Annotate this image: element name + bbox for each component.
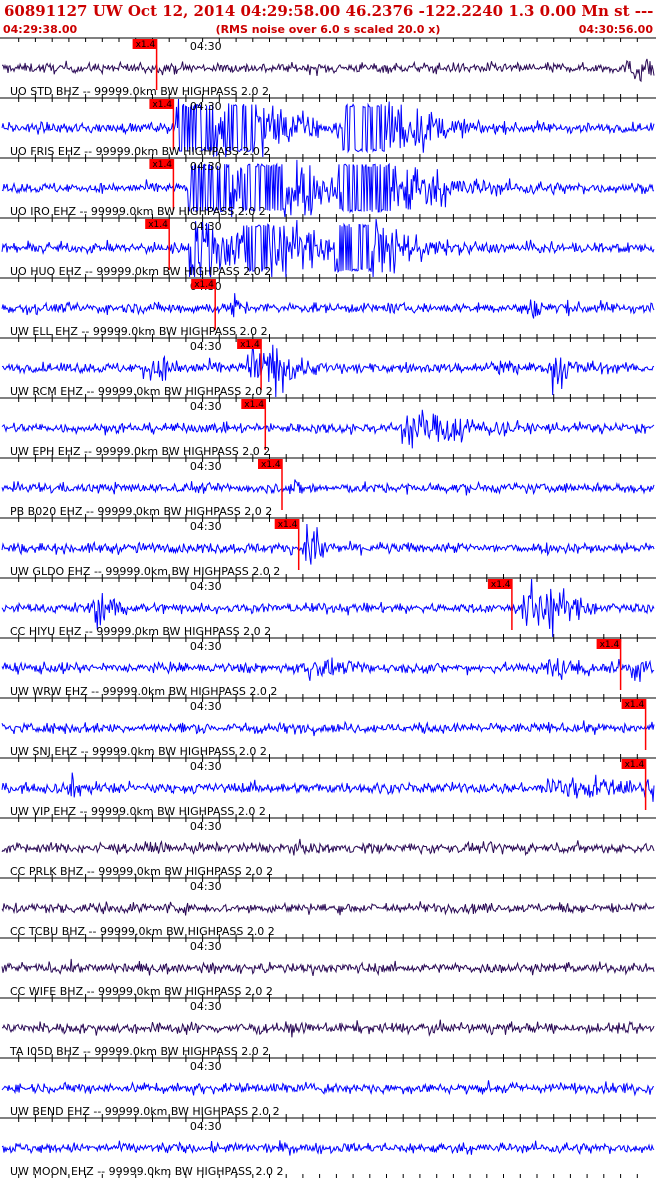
time-tick-label: 04:30: [190, 1120, 222, 1133]
time-tick-label: 04:30: [190, 460, 222, 473]
time-tick-label: 04:30: [190, 940, 222, 953]
station-label: PB B020 EHZ -- 99999.0km BW HIGHPASS 2.0…: [10, 505, 272, 518]
station-label: CC PRLK BHZ -- 99999.0km BW HIGHPASS 2.0…: [10, 865, 273, 878]
station-label: UW VIP EHZ -- 99999.0km BW HIGHPASS 2.0 …: [10, 805, 266, 818]
station-label: UW ELL EHZ -- 99999.0km BW HIGHPASS 2.0 …: [10, 325, 268, 338]
pick-label: x1.4: [194, 280, 214, 290]
station-label: UO FRIS EHZ -- 99999.0km BW HIGHPASS 2.0…: [10, 145, 270, 158]
station-label: UO HUO EHZ -- 99999.0km BW HIGHPASS 2.0 …: [10, 265, 271, 278]
pick-label: x1.4: [244, 400, 264, 410]
time-tick-label: 04:30: [190, 760, 222, 773]
time-tick-label: 04:30: [190, 220, 222, 233]
pick-label: x1.4: [491, 580, 511, 590]
scale-note: (RMS noise over 6.0 s scaled 20.0 x): [216, 23, 441, 36]
start-time-label: 04:29:38.00: [3, 23, 78, 36]
time-tick-label: 04:30: [190, 1060, 222, 1073]
time-tick-label: 04:30: [190, 820, 222, 833]
time-tick-label: 04:30: [190, 700, 222, 713]
time-tick-label: 04:30: [190, 40, 222, 53]
pick-label: x1.4: [278, 520, 298, 530]
station-label: UW MOON EHZ -- 99999.0km BW HIGHPASS 2.0…: [10, 1165, 283, 1178]
station-label: CC TCBU BHZ -- 99999.0km BW HIGHPASS 2.0…: [10, 925, 275, 938]
station-label: UW SNJ EHZ -- 99999.0km BW HIGHPASS 2.0 …: [10, 745, 267, 758]
station-label: CC HIYU EHZ -- 99999.0km BW HIGHPASS 2.0…: [10, 625, 271, 638]
station-label: TA I05D BHZ -- 99999.0km BW HIGHPASS 2.0…: [9, 1045, 269, 1058]
pick-label: x1.4: [261, 460, 281, 470]
station-label: UO IRO EHZ -- 99999.0km BW HIGHPASS 2.0 …: [10, 205, 266, 218]
pick-label: x1.4: [136, 40, 156, 50]
end-time-label: 04:30:56.00: [579, 23, 654, 36]
pick-label: x1.4: [152, 160, 172, 170]
time-tick-label: 04:30: [190, 880, 222, 893]
pick-label: x1.4: [625, 700, 645, 710]
seismogram-plot: 60891127 UW Oct 12, 2014 04:29:58.00 46.…: [0, 0, 656, 1178]
time-tick-label: 04:30: [190, 640, 222, 653]
time-tick-label: 04:30: [190, 400, 222, 413]
station-label: UW RCM EHZ -- 99999.0km BW HIGHPASS 2.0 …: [10, 385, 273, 398]
time-tick-label: 04:30: [190, 1000, 222, 1013]
plot-title: 60891127 UW Oct 12, 2014 04:29:58.00 46.…: [4, 2, 656, 20]
station-label: UW BEND EHZ -- 99999.0km BW HIGHPASS 2.0…: [10, 1105, 280, 1118]
plot-background: [0, 0, 656, 1178]
station-label: UO STD BHZ -- 99999.0km BW HIGHPASS 2.0 …: [10, 85, 269, 98]
pick-label: x1.4: [625, 760, 645, 770]
time-tick-label: 04:30: [190, 100, 222, 113]
pick-label: x1.4: [152, 100, 172, 110]
station-label: UW EPH EHZ -- 99999.0km BW HIGHPASS 2.0 …: [10, 445, 270, 458]
pick-label: x1.4: [600, 640, 620, 650]
time-tick-label: 04:30: [190, 340, 222, 353]
pick-label: x1.4: [148, 220, 168, 230]
time-tick-label: 04:30: [190, 580, 222, 593]
pick-label: x1.4: [240, 340, 260, 350]
time-tick-label: 04:30: [190, 520, 222, 533]
station-label: UW WRW EHZ -- 99999.0km BW HIGHPASS 2.0 …: [10, 685, 277, 698]
station-label: CC WIFE BHZ -- 99999.0km BW HIGHPASS 2.0…: [10, 985, 273, 998]
station-label: UW GLDO EHZ -- 99999.0km BW HIGHPASS 2.0…: [10, 565, 280, 578]
time-tick-label: 04:30: [190, 160, 222, 173]
